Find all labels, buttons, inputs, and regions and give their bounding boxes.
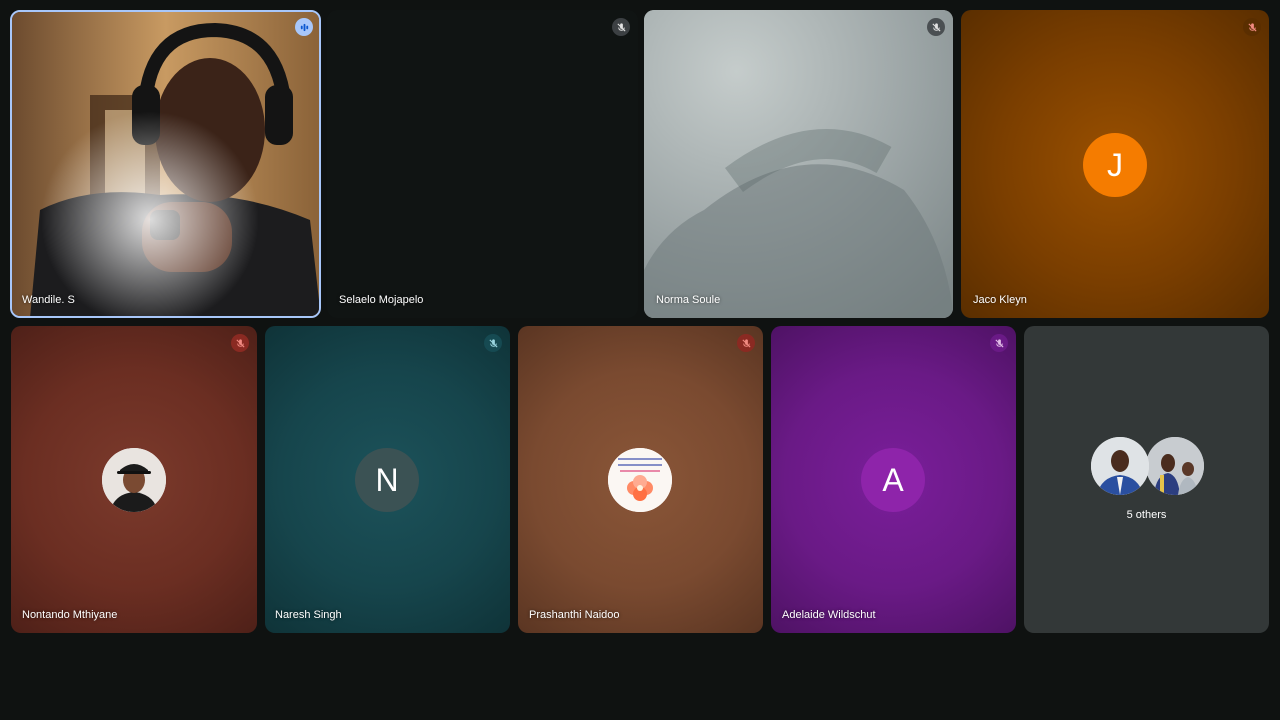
- mic-off-icon: [488, 338, 498, 348]
- mute-indicator: [1243, 18, 1261, 36]
- participant-video-norma: [644, 10, 953, 318]
- participant-tile-selaelo[interactable]: Selaelo Mojapelo: [327, 10, 638, 318]
- mute-indicator: [484, 334, 502, 352]
- speaking-indicator: [295, 18, 313, 36]
- participant-avatar: [608, 448, 672, 512]
- avatar-initial: N: [375, 461, 399, 498]
- audio-level-icon: [300, 23, 308, 31]
- mic-off-icon: [616, 22, 626, 32]
- others-label: 5 others: [1126, 509, 1167, 521]
- mute-indicator: [927, 18, 945, 36]
- participant-tile-norma[interactable]: Norma Soule: [644, 10, 953, 318]
- mute-indicator: [990, 334, 1008, 352]
- participant-name: Adelaide Wildschut: [782, 609, 876, 621]
- avatar-photo: [1146, 437, 1204, 495]
- participant-tile-nontando[interactable]: Nontando Mthiyane: [11, 326, 257, 633]
- participant-name: Nontando Mthiyane: [22, 609, 118, 621]
- participant-name: Wandile. S: [22, 294, 75, 306]
- mic-off-icon: [741, 338, 751, 348]
- avatar-photo: [608, 448, 672, 512]
- avatar-initial: A: [882, 461, 904, 498]
- participant-tile-jaco[interactable]: J Jaco Kleyn: [961, 10, 1269, 318]
- participant-tile-adelaide[interactable]: A Adelaide Wildschut: [771, 326, 1016, 633]
- mute-indicator: [231, 334, 249, 352]
- participant-name: Jaco Kleyn: [973, 294, 1027, 306]
- participant-tile-naresh[interactable]: N Naresh Singh: [265, 326, 510, 633]
- participant-avatar: A: [861, 448, 925, 512]
- meeting-grid: Wandile. S Selaelo Mojapelo Norma Soule …: [0, 0, 1280, 720]
- avatar-initial: J: [1107, 146, 1123, 183]
- mic-off-icon: [994, 338, 1004, 348]
- avatar-photo: [1091, 437, 1149, 495]
- participant-name: Prashanthi Naidoo: [529, 609, 620, 621]
- avatar-photo: [102, 448, 166, 512]
- mute-indicator: [737, 334, 755, 352]
- participant-avatar: [102, 448, 166, 512]
- mute-indicator: [612, 18, 630, 36]
- mic-off-icon: [235, 338, 245, 348]
- participant-tile-wandile[interactable]: Wandile. S: [10, 10, 321, 318]
- mic-off-icon: [931, 22, 941, 32]
- others-avatar-1: [1091, 437, 1149, 495]
- participant-tile-prashanthi[interactable]: Prashanthi Naidoo: [518, 326, 763, 633]
- participant-name: Norma Soule: [656, 294, 721, 306]
- participant-video-wandile: [12, 12, 319, 316]
- participant-name: Naresh Singh: [275, 609, 342, 621]
- others-avatar-2: [1146, 437, 1204, 495]
- others-tile[interactable]: 5 others: [1024, 326, 1269, 633]
- participant-avatar: J: [1083, 133, 1147, 197]
- participant-avatar: N: [355, 448, 419, 512]
- mic-off-icon: [1247, 22, 1257, 32]
- participant-name: Selaelo Mojapelo: [339, 294, 424, 306]
